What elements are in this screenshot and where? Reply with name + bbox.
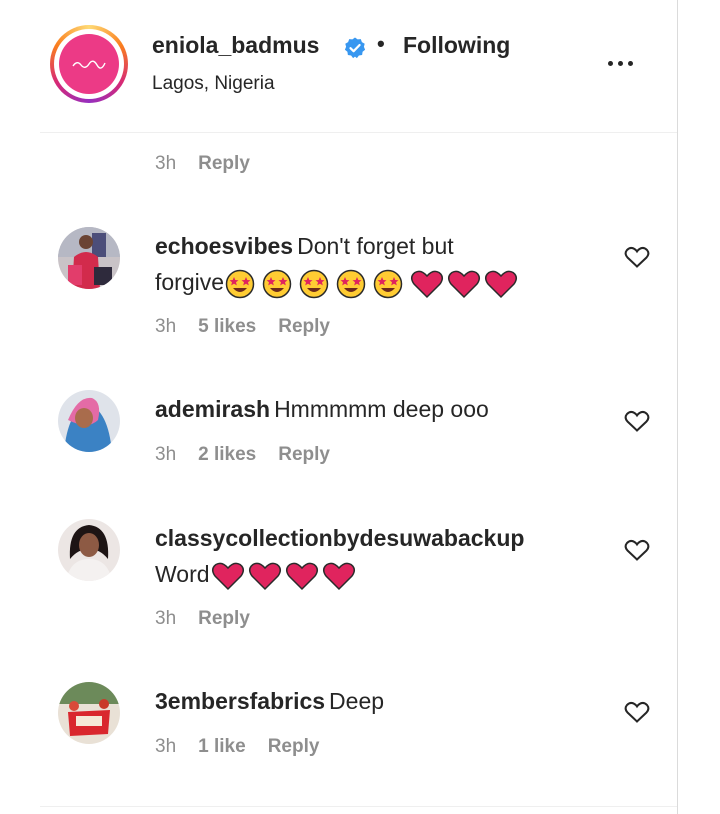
comment-body: Word: [155, 561, 210, 587]
comment-text: 3embersfabrics Deep: [155, 683, 595, 719]
reply-button[interactable]: Reply: [278, 444, 330, 465]
comment-text: ademirash Hmmmmm deep ooo: [155, 391, 595, 427]
comment-username[interactable]: ademirash: [155, 396, 270, 422]
footer-divider: [40, 806, 677, 807]
like-heart-icon[interactable]: [624, 245, 650, 269]
star-struck-emoji-icon: [336, 269, 366, 299]
star-struck-emoji-icon: [299, 269, 329, 299]
star-struck-emoji-icon: [225, 269, 255, 299]
reply-button[interactable]: Reply: [198, 153, 250, 174]
comment-username[interactable]: echoesvibes: [155, 233, 293, 259]
commenter-avatar[interactable]: [58, 519, 120, 581]
red-heart-emoji-icon: [411, 270, 444, 298]
likes-count[interactable]: 1 like: [198, 736, 246, 757]
reply-button[interactable]: Reply: [278, 316, 330, 337]
comments-panel: eniola_badmus • Following Lagos, Nigeria…: [0, 0, 677, 814]
like-heart-icon[interactable]: [624, 700, 650, 724]
like-heart-icon[interactable]: [624, 538, 650, 562]
avatar-photo: [58, 682, 120, 744]
likes-count[interactable]: 5 likes: [198, 316, 256, 337]
comment-body: forgive: [155, 269, 225, 295]
comment-body: Hmmmmm deep ooo: [274, 396, 489, 422]
avatar-photo: [58, 390, 120, 452]
like-heart-icon[interactable]: [624, 409, 650, 433]
commenter-avatar[interactable]: [58, 682, 120, 744]
comment-body: Deep: [329, 688, 385, 714]
emoji-row: [211, 561, 359, 591]
emoji-row: [225, 269, 521, 299]
post-location[interactable]: Lagos, Nigeria: [152, 73, 275, 95]
comment-timestamp[interactable]: 3h: [155, 736, 176, 757]
comment-body: Don't forget but: [297, 233, 454, 259]
red-heart-emoji-icon: [485, 270, 518, 298]
red-heart-emoji-icon: [211, 562, 244, 590]
post-author-username[interactable]: eniola_badmus: [152, 32, 319, 59]
comment-meta: 3h Reply: [155, 153, 250, 175]
commenter-avatar[interactable]: [58, 227, 120, 289]
comment-timestamp[interactable]: 3h: [155, 153, 176, 174]
red-heart-emoji-icon: [285, 562, 318, 590]
comment-text: classycollectionbydesuwabackup Word: [155, 520, 615, 592]
star-struck-emoji-icon: [262, 269, 292, 299]
red-heart-emoji-icon: [448, 270, 481, 298]
comment-meta: 3h 1 like Reply: [155, 736, 319, 758]
star-struck-emoji-icon: [373, 269, 403, 299]
comment-meta: 3h Reply: [155, 608, 250, 630]
more-dot-icon: [627, 60, 633, 66]
verified-badge-icon: [344, 37, 366, 59]
reply-button[interactable]: Reply: [268, 736, 320, 757]
comment-timestamp[interactable]: 3h: [155, 608, 176, 629]
following-button[interactable]: Following: [403, 32, 510, 59]
comment-timestamp[interactable]: 3h: [155, 316, 176, 337]
avatar-logo-mark: [72, 60, 106, 69]
comment-timestamp[interactable]: 3h: [155, 444, 176, 465]
red-heart-emoji-icon: [248, 562, 281, 590]
header-divider: [40, 132, 677, 133]
avatar-photo: [58, 519, 120, 581]
red-heart-emoji-icon: [322, 562, 355, 590]
comment-username[interactable]: 3embersfabrics: [155, 688, 325, 714]
separator-dot: •: [377, 31, 385, 56]
profile-avatar[interactable]: [50, 25, 128, 103]
more-dot-icon: [607, 60, 613, 66]
commenter-avatar[interactable]: [58, 390, 120, 452]
comment-meta: 3h 2 likes Reply: [155, 444, 330, 466]
avatar-photo: [58, 227, 120, 289]
panel-border: [677, 0, 678, 814]
comment-text: echoesvibes Don't forget but forgive: [155, 228, 595, 300]
comment-username[interactable]: classycollectionbydesuwabackup: [155, 525, 524, 551]
avatar-image: [59, 34, 119, 94]
comment-meta: 3h 5 likes Reply: [155, 316, 330, 338]
more-options-button[interactable]: [600, 48, 640, 78]
reply-button[interactable]: Reply: [198, 608, 250, 629]
likes-count[interactable]: 2 likes: [198, 444, 256, 465]
more-dot-icon: [617, 60, 623, 66]
post-header: eniola_badmus • Following Lagos, Nigeria: [0, 0, 677, 132]
